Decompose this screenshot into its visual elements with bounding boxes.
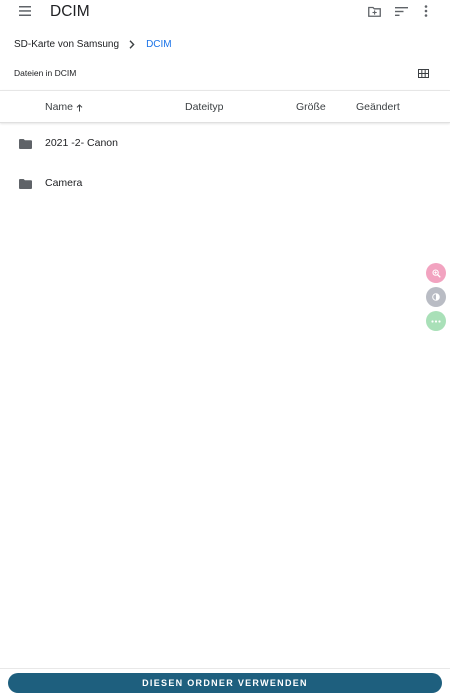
section-label: Dateien in DCIM bbox=[14, 68, 77, 78]
chevron-right-icon bbox=[127, 39, 137, 49]
zoom-in-icon[interactable] bbox=[426, 263, 446, 283]
divider bbox=[0, 668, 450, 669]
column-size[interactable]: Größe bbox=[296, 101, 326, 114]
app-bar: DCIM bbox=[0, 0, 450, 24]
breadcrumb: SD-Karte von Samsung DCIM bbox=[14, 36, 172, 52]
breadcrumb-current[interactable]: DCIM bbox=[146, 39, 172, 50]
list-item-name: 2021 -2- Canon bbox=[45, 137, 118, 149]
folder-icon bbox=[18, 137, 32, 151]
new-folder-icon[interactable] bbox=[364, 2, 384, 20]
more-horiz-icon[interactable] bbox=[426, 311, 446, 331]
folder-icon bbox=[18, 177, 32, 191]
use-this-folder-button[interactable]: DIESEN ORDNER VERWENDEN bbox=[8, 673, 442, 693]
list-item-name: Camera bbox=[45, 177, 83, 189]
grid-view-icon[interactable] bbox=[416, 66, 430, 80]
contrast-icon[interactable] bbox=[426, 287, 446, 307]
column-name-label: Name bbox=[45, 101, 74, 113]
list-item[interactable]: Camera bbox=[0, 164, 450, 204]
column-name[interactable]: Name bbox=[45, 101, 84, 114]
arrow-up-icon bbox=[76, 103, 84, 112]
list-item[interactable]: 2021 -2- Canon bbox=[0, 124, 450, 164]
more-vert-icon[interactable] bbox=[416, 2, 436, 20]
column-type[interactable]: Dateityp bbox=[185, 101, 224, 114]
breadcrumb-root[interactable]: SD-Karte von Samsung bbox=[14, 39, 119, 50]
sort-icon[interactable] bbox=[391, 2, 411, 20]
column-modified[interactable]: Geändert bbox=[356, 101, 400, 114]
menu-icon[interactable] bbox=[14, 2, 36, 20]
column-header: Name Dateityp Größe Geändert bbox=[0, 90, 450, 123]
page-title: DCIM bbox=[50, 3, 90, 20]
